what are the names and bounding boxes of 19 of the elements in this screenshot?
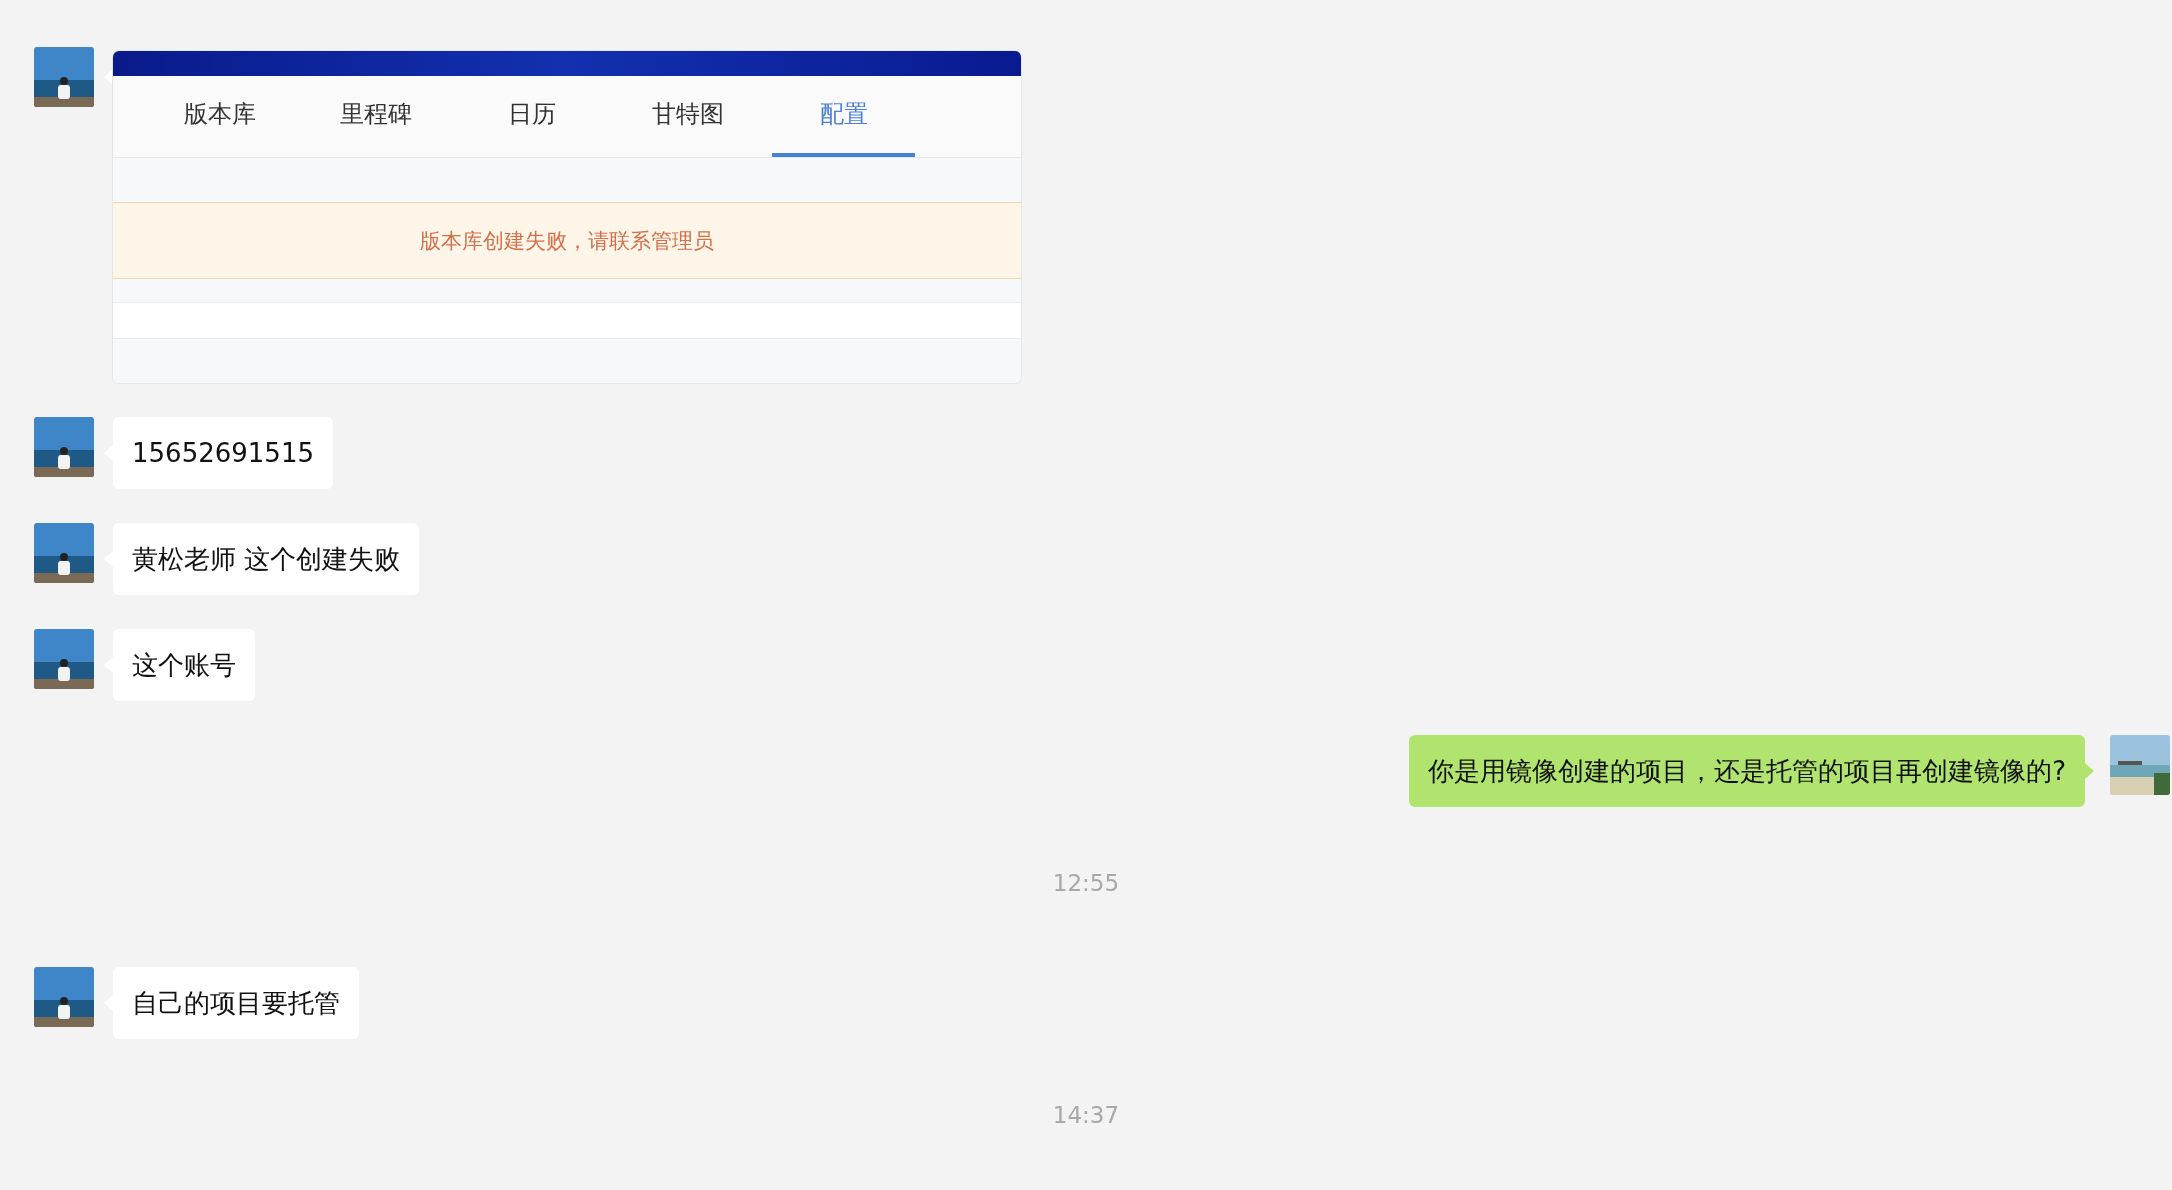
screenshot-image[interactable]: 版本库 里程碑 日历 甘特图 配置 版本库创建失败，请联系管理员 bbox=[113, 51, 1021, 383]
tab-label: 日历 bbox=[506, 99, 557, 130]
timestamp: 14:37 bbox=[1052, 1101, 1120, 1130]
beach-photo-avatar[interactable] bbox=[2110, 735, 2170, 795]
message-bubble: 你是用镜像创建的项目，还是托管的项目再创建镜像的? bbox=[1409, 735, 2085, 807]
sea-photo-avatar[interactable] bbox=[34, 417, 94, 477]
tab-label: 版本库 bbox=[182, 99, 257, 130]
message-bubble: 黄松老师 这个创建失败 bbox=[113, 523, 420, 595]
timestamp: 12:55 bbox=[1052, 869, 1120, 898]
sea-photo-avatar[interactable] bbox=[34, 629, 94, 689]
message-bubble: 自己的项目要托管 bbox=[113, 967, 359, 1039]
sea-photo-avatar[interactable] bbox=[34, 523, 94, 583]
tab-label: 甘特图 bbox=[650, 99, 725, 130]
sea-photo-avatar[interactable] bbox=[34, 967, 94, 1027]
alert-text: 版本库创建失败，请联系管理员 bbox=[420, 227, 714, 255]
sea-photo-avatar[interactable] bbox=[34, 47, 94, 107]
message-bubble: 15652691515 bbox=[113, 417, 333, 489]
tab-label: 里程碑 bbox=[338, 99, 413, 130]
message-bubble: 这个账号 bbox=[113, 629, 255, 701]
